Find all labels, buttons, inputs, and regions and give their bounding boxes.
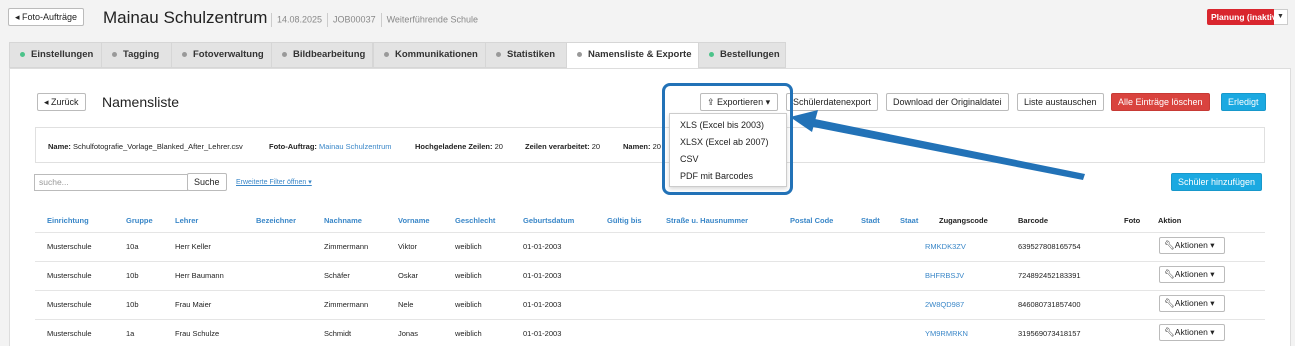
- arrow-head: [790, 110, 818, 132]
- annotation-arrow-icon: [790, 110, 1085, 180]
- arrow-shaft: [808, 118, 1085, 180]
